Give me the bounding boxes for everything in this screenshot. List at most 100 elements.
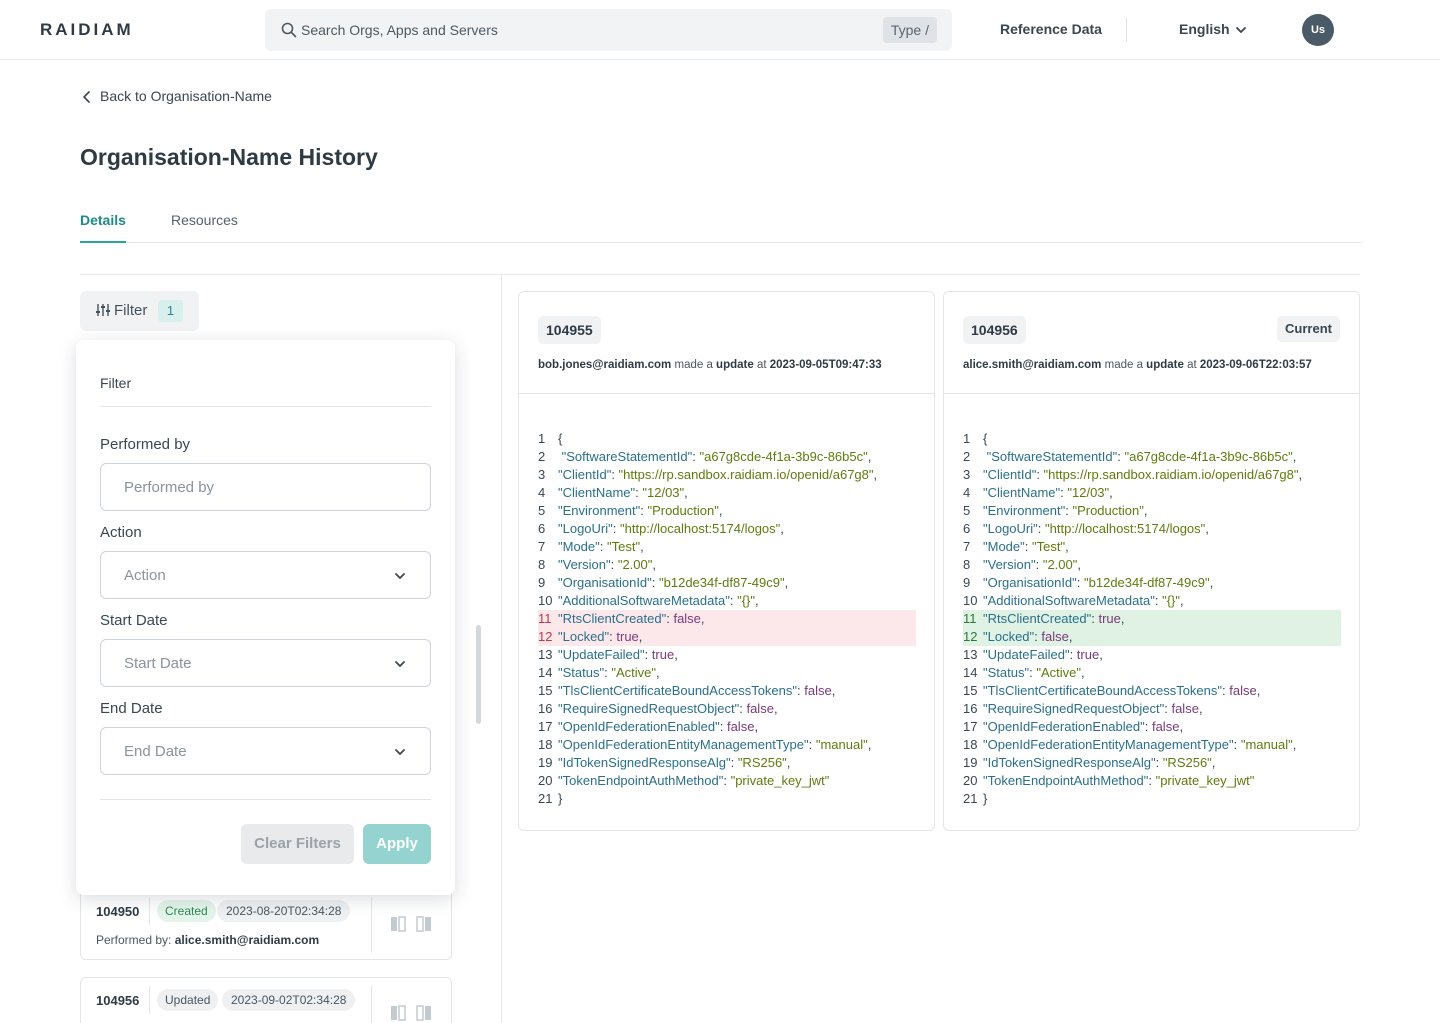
code-line: 15 "TlsClientCertificateBoundAccessTokens… (963, 682, 1341, 700)
json-value: true (651, 647, 675, 662)
json-value: "Active" (1036, 665, 1081, 680)
line-number: 14 (963, 665, 978, 680)
line-number: 1 (963, 431, 971, 446)
json-value: "manual" (1240, 737, 1293, 752)
code-line: 3 "ClientId": "https://rp.sandbox.raidiam… (538, 466, 916, 484)
json-key: "Version" (983, 557, 1036, 572)
json-key: "Locked" (983, 629, 1035, 644)
json-key: "OpenIdFederationEntityManagementType" (558, 737, 809, 752)
history-item[interactable]: 104950 Created 2023-08-20T02:34:28 Perfo… (80, 888, 452, 960)
status-badge: Updated (157, 989, 219, 1011)
line-number: 9 (538, 575, 546, 590)
apply-button[interactable]: Apply (363, 824, 431, 864)
json-value: "Test" (1031, 539, 1066, 554)
compare-columns-icon[interactable] (389, 1004, 433, 1022)
chevron-down-icon[interactable] (1235, 24, 1247, 36)
code-punct: , (773, 701, 778, 716)
code-punct: : (610, 557, 618, 572)
line-number: 11 (538, 611, 552, 626)
back-link-label: Back to Organisation-Name (100, 88, 272, 104)
action-select[interactable]: Action (100, 551, 431, 599)
change-user: bob.jones@raidiam.com (538, 359, 672, 371)
user-avatar[interactable]: Us (1302, 14, 1334, 46)
json-value: "RS256" (737, 755, 787, 770)
date-badge: 2023-09-02T02:34:28 (222, 989, 356, 1011)
filter-panel-title: Filter (100, 375, 132, 391)
json-value: "https://rp.sandbox.raidiam.io/openid/a6… (1043, 467, 1299, 482)
code-punct: , (1292, 449, 1297, 464)
raidiam-logo[interactable]: RAIDIAM (40, 20, 134, 40)
compare-columns-icon[interactable] (389, 915, 433, 933)
global-search[interactable]: Search Orgs, Apps and Servers Type / (265, 9, 952, 51)
code-punct: : (730, 755, 738, 770)
code-punct: , (655, 665, 660, 680)
sliders-icon (96, 304, 110, 316)
line-number: 7 (538, 539, 546, 554)
divider (149, 897, 150, 925)
performed-by-label: Performed by: (96, 933, 172, 947)
code-line: 9 "OrganisationId": "b12de34f-df87-49c9", (538, 574, 916, 592)
code-punct: { (983, 431, 988, 446)
line-number: 20 (538, 773, 553, 788)
code-punct: , (1198, 701, 1203, 716)
json-key: "TokenEndpointAuthMethod" (558, 773, 724, 788)
code-punct: , (1080, 665, 1085, 680)
json-value: "b12de34f-df87-49c9" (659, 575, 785, 590)
code-punct: : (1076, 575, 1085, 590)
code-line: 2 "SoftwareStatementId": "a67g8cde-4f1a-… (963, 448, 1341, 466)
code-punct: : (723, 773, 731, 788)
line-number: 3 (963, 467, 971, 482)
line-number: 6 (538, 521, 546, 536)
start-date-select[interactable]: Start Date (100, 639, 431, 687)
code-line: 9 "OrganisationId": "b12de34f-df87-49c9", (963, 574, 1341, 592)
code-line: 14 "Status": "Active", (538, 664, 916, 682)
version-id: 104956 (963, 316, 1026, 344)
history-item[interactable]: 104956 Updated 2023-09-02T02:34:28 (80, 977, 452, 1023)
language-selector[interactable]: English (1179, 21, 1230, 37)
code-punct: , (640, 539, 644, 554)
json-key: "OrganisationId" (558, 575, 652, 590)
code-punct: , (652, 557, 656, 572)
code-line: 12 "Locked": true, (538, 628, 916, 646)
divider (149, 986, 150, 1014)
json-value: "private_key_jwt" (1155, 773, 1255, 788)
tab-details[interactable]: Details (80, 212, 126, 243)
reference-data-link[interactable]: Reference Data (1000, 21, 1102, 37)
end-date-select[interactable]: End Date (100, 727, 431, 775)
list-scrollbar[interactable] (476, 625, 481, 724)
tab-resources[interactable]: Resources (171, 212, 238, 243)
line-number: 17 (538, 719, 553, 734)
code-line: 3 "ClientId": "https://rp.sandbox.raidiam… (963, 466, 1341, 484)
search-input[interactable]: Search Orgs, Apps and Servers (301, 22, 498, 38)
back-link[interactable]: Back to Organisation-Name (82, 88, 272, 104)
json-value: "{}" (737, 593, 755, 608)
performed-by-user: alice.smith@raidiam.com (174, 933, 320, 947)
line-number: 13 (963, 647, 978, 662)
change-action: update (1146, 359, 1184, 371)
json-value: true (616, 629, 639, 644)
json-key: "OpenIdFederationEntityManagementType" (983, 737, 1234, 752)
filter-count-badge: 1 (158, 300, 183, 322)
code-punct: , (784, 575, 789, 590)
performed-by-input[interactable]: Performed by (100, 463, 431, 511)
code-punct: } (983, 791, 988, 806)
code-punct: , (674, 647, 678, 662)
code-line: 6 "LogoUri": "http://localhost:5174/logos… (538, 520, 916, 538)
line-number: 13 (538, 647, 553, 662)
code-line: 4 "ClientName": "12/03", (538, 484, 916, 502)
code-line: 1{ (538, 430, 916, 448)
code-punct: : (644, 647, 652, 662)
code-line: 16 "RequireSignedRequestObject": false, (963, 700, 1341, 718)
code-line: 10 "AdditionalSoftwareMetadata": "{}", (538, 592, 916, 610)
line-number: 15 (538, 683, 553, 698)
code-punct: , (1179, 719, 1184, 734)
divider (371, 986, 372, 1023)
code-line: 20 "TokenEndpointAuthMethod": "private_ke… (538, 772, 916, 790)
json-key: "AdditionalSoftwareMetadata" (558, 593, 730, 608)
clear-filters-button[interactable]: Clear Filters (241, 824, 354, 864)
line-number: 12 (963, 629, 978, 644)
change-meta: bob.jones@raidiam.com made a update at 2… (538, 359, 882, 371)
made-a-text: made a (674, 359, 713, 371)
line-number: 9 (963, 575, 971, 590)
filter-button[interactable]: Filter 1 (80, 291, 199, 331)
